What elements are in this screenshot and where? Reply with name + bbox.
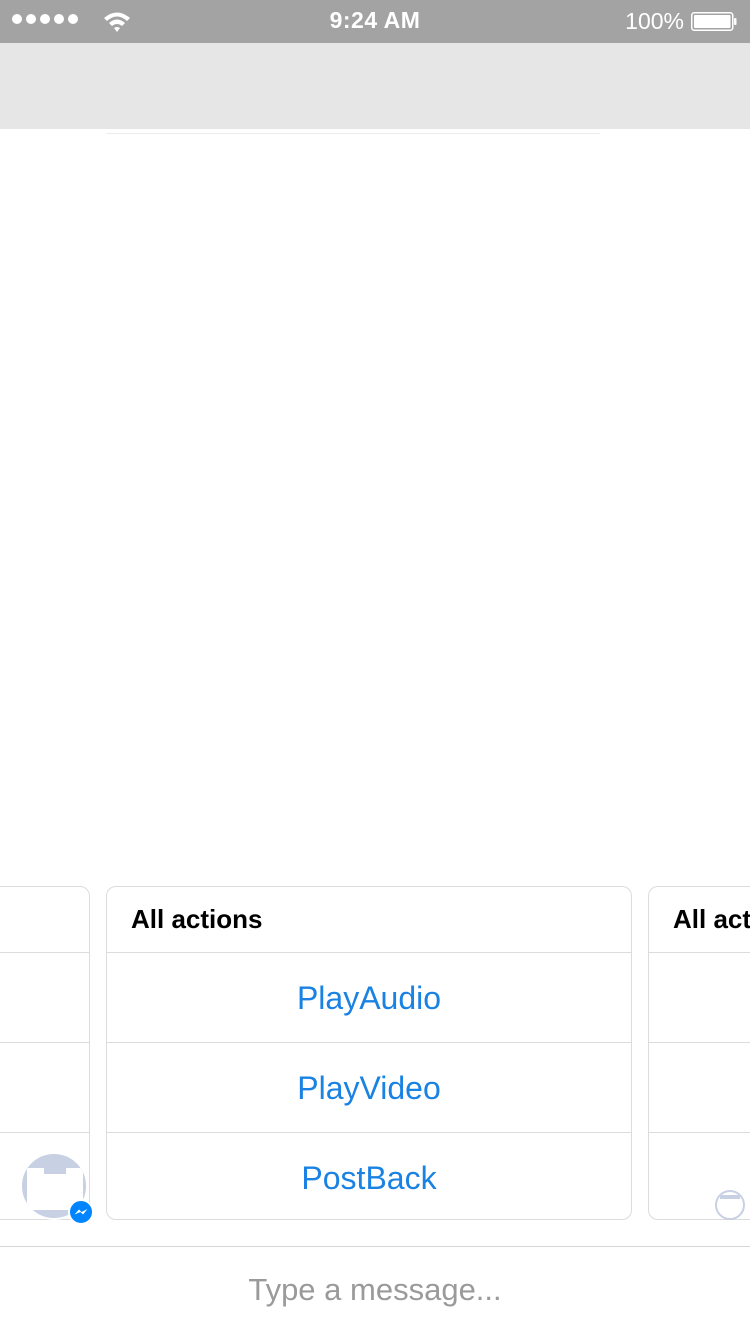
play-video-button[interactable]: PlayVideo — [107, 1043, 631, 1133]
read-receipt-avatar — [715, 1190, 745, 1220]
message-composer — [0, 1246, 750, 1334]
card-title: All act — [649, 887, 750, 953]
navigation-bar — [0, 43, 750, 129]
status-bar: 9:24 AM 100% — [0, 0, 750, 43]
card-action-button[interactable] — [649, 953, 750, 1043]
card-title: All actions — [107, 887, 631, 953]
carousel-card-next[interactable]: All act — [648, 886, 750, 1220]
postback-button[interactable]: PostBack — [107, 1133, 631, 1219]
messenger-icon — [68, 1199, 94, 1225]
card-carousel[interactable]: All actions PlayAudio PlayVideo PostBack… — [0, 886, 750, 1222]
card-action-button[interactable] — [0, 953, 89, 1043]
battery-icon — [691, 12, 737, 31]
clipped-message-fragment — [106, 127, 600, 134]
play-audio-button[interactable]: PlayAudio — [107, 953, 631, 1043]
chat-screen: 9:24 AM 100% All actions PlayAudio PlayV… — [0, 0, 750, 1334]
message-input[interactable] — [0, 1247, 750, 1333]
card-title — [0, 887, 89, 953]
carousel-card-all-actions[interactable]: All actions PlayAudio PlayVideo PostBack — [106, 886, 632, 1220]
card-action-button[interactable] — [0, 1043, 89, 1133]
card-action-button[interactable] — [649, 1043, 750, 1133]
battery-percentage: 100% — [625, 8, 684, 34]
